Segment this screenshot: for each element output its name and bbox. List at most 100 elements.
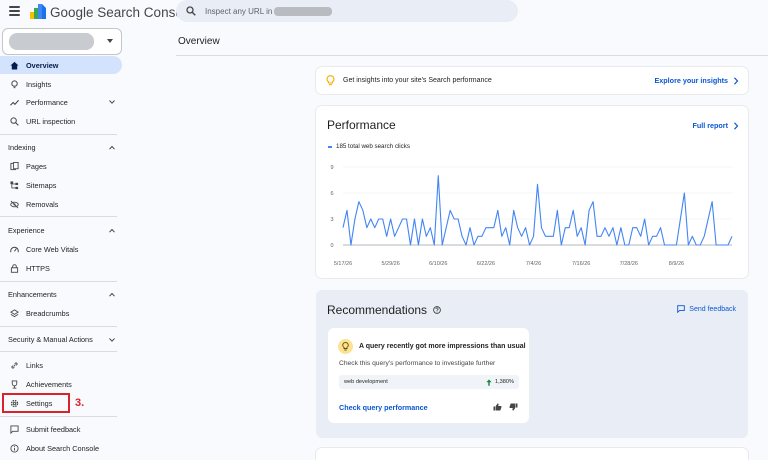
sidebar-item-insights[interactable]: Insights xyxy=(0,75,122,93)
redacted-property xyxy=(9,33,94,50)
query-change: 1,380% xyxy=(486,379,514,386)
section-title: Security & Manual Actions xyxy=(8,334,93,344)
layers-icon xyxy=(10,308,19,318)
main-menu-icon[interactable] xyxy=(9,6,20,16)
home-icon xyxy=(10,61,19,70)
section-title: Indexing xyxy=(8,142,36,152)
sidebar-item-pages[interactable]: Pages xyxy=(0,157,122,175)
divider xyxy=(0,281,117,282)
info-icon xyxy=(10,443,19,453)
performance-title: Performance xyxy=(327,118,396,132)
sidebar-item-breadcrumbs[interactable]: Breadcrumbs xyxy=(0,304,122,322)
sidebar-item-label: Achievements xyxy=(26,379,72,389)
recommendation-description: Check this query's performance to invest… xyxy=(339,360,496,367)
sidebar-item-label: Submit feedback xyxy=(26,424,81,434)
section-indexing[interactable]: Indexing xyxy=(0,139,122,155)
step-number-annotation: 3. xyxy=(75,397,85,409)
send-feedback-link[interactable]: Send feedback xyxy=(677,305,736,313)
sidebar-item-removals[interactable]: Removals xyxy=(0,195,122,213)
sidebar-item-https[interactable]: HTTPS xyxy=(0,259,122,277)
explore-insights-link[interactable]: Explore your insights xyxy=(655,76,740,85)
lightbulb-icon xyxy=(338,339,353,354)
divider xyxy=(0,216,117,217)
page-title: Overview xyxy=(178,36,220,47)
property-selector[interactable] xyxy=(2,28,122,55)
chevron-up-icon xyxy=(109,228,115,233)
sidebar-item-core-web-vitals[interactable]: Core Web Vitals xyxy=(0,240,122,258)
y-tick-label: 6 xyxy=(330,191,333,197)
thumbs-down-icon[interactable] xyxy=(509,403,518,411)
legend-label: 185 total web search clicks xyxy=(336,143,410,150)
y-tick-label: 3 xyxy=(330,217,333,223)
x-tick-label: 5/17/26 xyxy=(334,261,352,267)
divider xyxy=(176,55,768,56)
caret-down-icon xyxy=(107,39,113,43)
section-title: Enhancements xyxy=(8,289,57,299)
section-title: Experience xyxy=(8,225,45,235)
full-report-link[interactable]: Full report xyxy=(692,121,739,130)
sidebar-item-label: Core Web Vitals xyxy=(26,244,79,254)
divider xyxy=(0,326,117,327)
divider xyxy=(0,134,117,135)
sidebar-item-label: URL inspection xyxy=(26,116,76,126)
sidebar-item-label: HTTPS xyxy=(26,263,50,273)
trending-up-icon xyxy=(10,98,19,107)
sidebar-item-sitemaps[interactable]: Sitemaps xyxy=(0,176,122,194)
legend-swatch xyxy=(328,145,332,148)
search-console-logo xyxy=(30,4,46,19)
recommendations-panel: Recommendations Send feedback A query re… xyxy=(316,290,748,438)
visibility-off-icon xyxy=(10,200,19,209)
search-icon xyxy=(10,116,19,126)
settings-highlight-box xyxy=(2,393,70,413)
help-icon[interactable] xyxy=(433,306,441,314)
section-experience[interactable]: Experience xyxy=(0,222,122,238)
query-row: web development 1,380% xyxy=(339,375,519,389)
sidebar-item-label: Overview xyxy=(26,60,59,70)
divider xyxy=(0,416,117,417)
search-placeholder: Inspect any URL in xyxy=(205,6,273,16)
link-icon xyxy=(10,361,19,370)
sidebar-item-about[interactable]: About Search Console xyxy=(0,439,122,457)
sidebar-item-label: Removals xyxy=(26,199,59,209)
feedback-icon xyxy=(677,305,686,313)
x-tick-label: 7/4/26 xyxy=(526,261,541,267)
full-report-label: Full report xyxy=(692,121,728,130)
section-security[interactable]: Security & Manual Actions xyxy=(0,331,122,347)
rating-buttons xyxy=(493,403,518,411)
x-tick-label: 8/9/26 xyxy=(669,261,684,267)
x-tick-label: 7/28/26 xyxy=(620,261,638,267)
chart-legend: 185 total web search clicks xyxy=(328,143,410,150)
recommendations-title: Recommendations xyxy=(327,303,428,317)
next-card xyxy=(316,448,748,460)
lightbulb-icon xyxy=(326,75,335,86)
series-line-clicks xyxy=(342,175,733,246)
section-enhancements[interactable]: Enhancements xyxy=(0,286,122,302)
top-bar: Google Search Console Inspect any URL in xyxy=(0,0,768,26)
redacted-domain xyxy=(274,6,333,16)
search-icon xyxy=(186,6,196,16)
query-change-value: 1,380% xyxy=(495,379,514,385)
recommendations-heading: Recommendations xyxy=(327,303,441,317)
sidebar-item-url-inspection[interactable]: URL inspection xyxy=(0,112,122,130)
chevron-down-icon xyxy=(109,338,115,342)
performance-chart: 0 3 6 9 5/17/26 5/29/26 6/10/26 6/22/26 7/4/26 7/… xyxy=(330,165,733,267)
check-query-performance-link[interactable]: Check query performance xyxy=(339,403,428,412)
thumbs-up-icon[interactable] xyxy=(493,403,502,411)
url-inspection-search[interactable]: Inspect any URL in xyxy=(176,0,518,22)
x-tick-label: 7/16/26 xyxy=(572,261,590,267)
chevron-right-icon xyxy=(734,121,739,130)
pages-icon xyxy=(10,161,19,171)
sidebar-item-achievements[interactable]: Achievements xyxy=(0,375,122,393)
insights-banner-text: Get insights into your site's Search per… xyxy=(343,77,492,84)
arrow-up-icon xyxy=(486,379,492,386)
trophy-icon xyxy=(10,379,19,389)
chevron-down-icon xyxy=(109,100,115,104)
sidebar-item-label: Sitemaps xyxy=(26,180,57,190)
sidebar-item-submit-feedback[interactable]: Submit feedback xyxy=(0,420,122,438)
sidebar-item-links[interactable]: Links xyxy=(0,356,122,374)
sidebar-item-performance[interactable]: Performance xyxy=(0,93,122,111)
divider xyxy=(0,351,117,352)
chevron-up-icon xyxy=(109,145,115,150)
feedback-icon xyxy=(10,424,19,434)
sidebar-item-overview[interactable]: Overview xyxy=(0,56,122,74)
